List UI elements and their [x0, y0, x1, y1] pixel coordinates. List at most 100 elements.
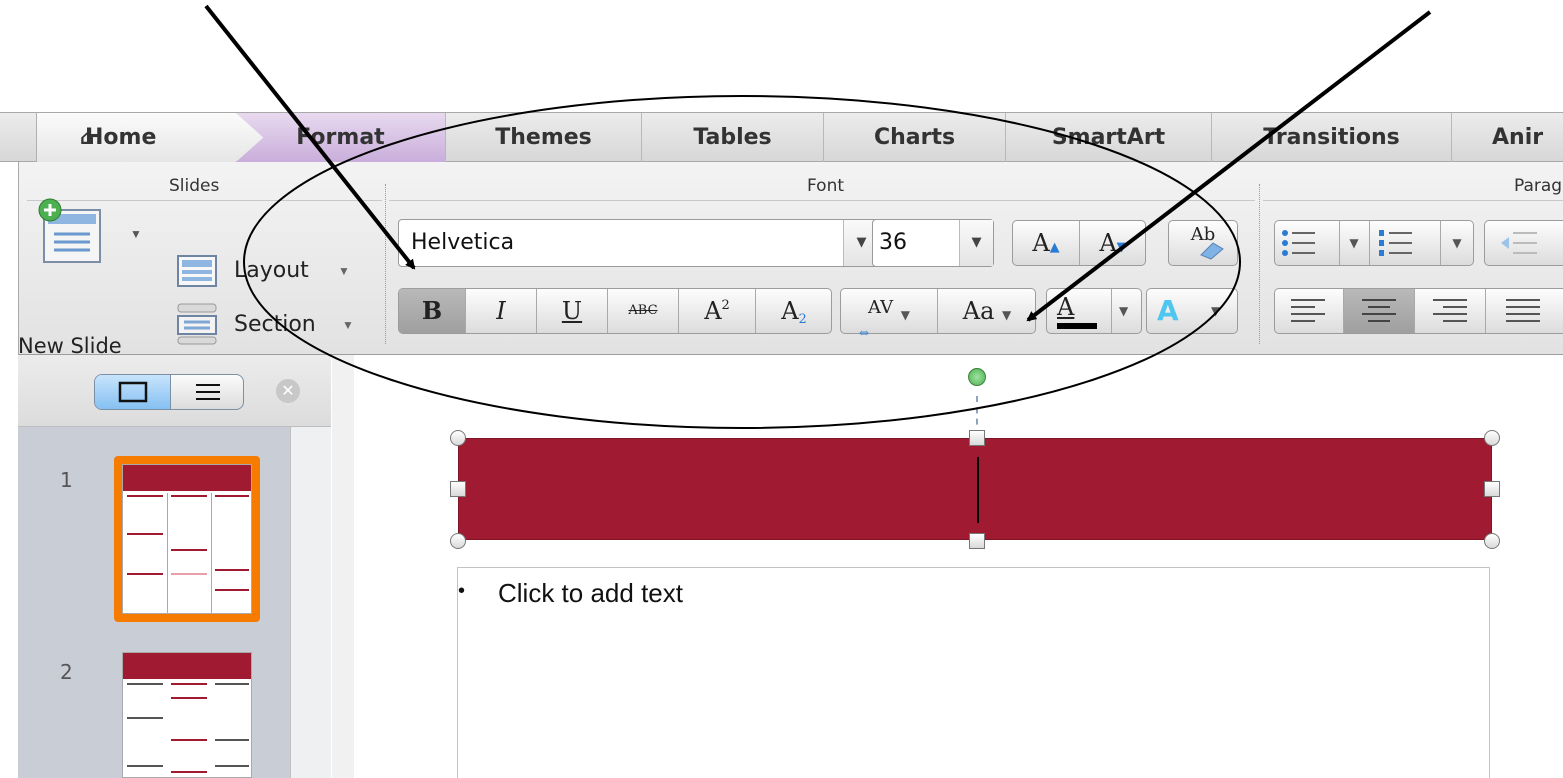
spacing-case-group: AV ⇔ ▼ Aa ▼	[840, 288, 1036, 340]
rotation-handle[interactable]	[968, 368, 986, 386]
superscript-base: A	[704, 297, 722, 325]
resize-handle[interactable]	[450, 481, 466, 497]
slide-number: 1	[60, 468, 73, 492]
segment-divider	[1440, 221, 1441, 265]
tab-tables-label: Tables	[693, 125, 772, 150]
spacing-arrows-icon: ⇔	[859, 326, 870, 340]
house-icon: ⌂	[80, 125, 95, 149]
tab-home-label: Home	[85, 125, 157, 150]
body-placeholder[interactable]: • Click to add text	[457, 567, 1490, 778]
grow-font-label: A	[1032, 229, 1050, 257]
thumbnail-title-bar	[123, 653, 251, 679]
numbering-button[interactable]	[1370, 221, 1440, 265]
justify-icon	[1506, 299, 1540, 322]
font-size-value[interactable]: 36	[879, 230, 907, 255]
decrease-indent-button[interactable]	[1484, 220, 1563, 266]
resize-handle[interactable]	[1484, 481, 1500, 497]
tab-charts[interactable]: Charts	[824, 113, 1006, 162]
caret-down-icon: ▼	[1116, 240, 1127, 255]
underline-button[interactable]: U	[537, 289, 607, 333]
chevron-down-icon[interactable]: ▼	[1341, 221, 1367, 265]
font-size-adjust-group: A▲ A▼	[1012, 220, 1146, 266]
tab-smartart[interactable]: SmartArt	[1006, 113, 1212, 162]
layout-label: Layout	[234, 258, 309, 283]
justify-button[interactable]	[1486, 289, 1563, 333]
font-group-title: Font	[807, 176, 845, 196]
tab-format[interactable]: Format	[236, 113, 446, 162]
text-effects-label: A	[1157, 294, 1179, 327]
resize-handle[interactable]	[450, 430, 466, 446]
tab-tables[interactable]: Tables	[642, 113, 824, 162]
strikethrough-button[interactable]: ABC	[608, 289, 678, 333]
clear-formatting-button[interactable]: Ab	[1168, 220, 1238, 266]
thumbnail-title-bar	[123, 465, 251, 491]
character-spacing-button[interactable]: AV ⇔ ▼	[841, 289, 937, 340]
resize-handle[interactable]	[969, 430, 985, 446]
chevron-down-icon: ▼	[338, 264, 350, 278]
align-center-button[interactable]	[1344, 289, 1414, 333]
grow-font-button[interactable]: A▲	[1013, 221, 1079, 265]
paragraph-group-title: Parag	[1514, 176, 1563, 196]
chevron-down-icon[interactable]: ▼	[1443, 221, 1471, 265]
thumbnail-line	[127, 533, 163, 535]
new-slide-button[interactable]: ▼	[30, 192, 142, 302]
section-button[interactable]: Section ▼	[176, 302, 366, 348]
change-case-button[interactable]: Aa ▼	[938, 289, 1036, 333]
title-placeholder[interactable]	[458, 438, 1492, 540]
text-cursor	[977, 457, 979, 523]
font-name-combobox[interactable]: Helvetica ▼	[398, 219, 880, 267]
subscript-base: A	[781, 297, 799, 325]
tab-smartart-label: SmartArt	[1051, 125, 1166, 150]
shrink-font-button[interactable]: A▼	[1080, 221, 1146, 265]
resize-handle[interactable]	[1484, 430, 1500, 446]
resize-handle[interactable]	[969, 533, 985, 549]
resize-handle[interactable]	[450, 533, 466, 549]
decrease-indent-icon	[1501, 232, 1537, 254]
thumbnail-line	[215, 683, 249, 685]
bulleted-list-icon	[1282, 230, 1315, 256]
numbered-list-icon	[1379, 230, 1412, 256]
slides-view-button[interactable]	[95, 375, 171, 409]
italic-button[interactable]: I	[466, 289, 536, 333]
font-group-divider	[389, 200, 1255, 201]
body-placeholder-text[interactable]: Click to add text	[498, 578, 683, 609]
layout-button[interactable]: Layout ▼	[176, 250, 366, 294]
change-case-label: Aa	[962, 297, 995, 325]
slides-group-title: Slides	[169, 176, 220, 196]
font-color-button[interactable]: A ▼	[1046, 288, 1142, 334]
bullet-icon: •	[458, 580, 466, 602]
slide-thumbnail-2[interactable]	[122, 652, 252, 778]
thumbnail-line	[171, 739, 207, 741]
thumbnails-scrollbar[interactable]	[290, 427, 331, 778]
slide-thumbnail-1[interactable]	[114, 456, 260, 622]
text-style-group: B I U ABC A2 A2	[398, 288, 832, 334]
tab-home[interactable]: ⌂ Home	[36, 113, 268, 162]
align-left-button[interactable]	[1275, 289, 1343, 333]
slide-number: 2	[60, 660, 73, 684]
subscript-button[interactable]: A2	[756, 289, 832, 333]
thumbnail-line	[127, 717, 163, 719]
tab-themes[interactable]: Themes	[446, 113, 642, 162]
ribbon-tab-bar: ⌂ Home Format Themes Tables Charts Smart…	[0, 112, 1563, 162]
text-effects-button[interactable]: A ▼	[1146, 288, 1238, 334]
segment-divider	[1111, 289, 1112, 333]
outline-view-button[interactable]	[172, 375, 243, 409]
chevron-down-icon[interactable]: ▼	[959, 220, 993, 266]
resize-handle[interactable]	[1484, 533, 1500, 549]
font-size-combobox[interactable]: 36 ▼	[872, 219, 994, 267]
close-icon[interactable]: ✕	[276, 379, 300, 403]
section-label: Section	[234, 312, 316, 337]
shrink-font-label: A	[1099, 229, 1117, 257]
font-name-value[interactable]: Helvetica	[411, 230, 514, 255]
thumbnail-line	[171, 495, 207, 497]
tab-animations[interactable]: Anir	[1452, 113, 1563, 162]
character-spacing-label: AV	[868, 297, 894, 318]
align-right-button[interactable]	[1415, 289, 1485, 333]
bullets-button[interactable]	[1275, 221, 1339, 265]
thumbnail-line	[215, 495, 249, 497]
outline-view-icon	[196, 384, 220, 400]
tab-transitions[interactable]: Transitions	[1212, 113, 1452, 162]
bold-button[interactable]: B	[399, 289, 465, 333]
superscript-button[interactable]: A2	[679, 289, 755, 333]
tab-animations-label: Anir	[1492, 125, 1544, 150]
